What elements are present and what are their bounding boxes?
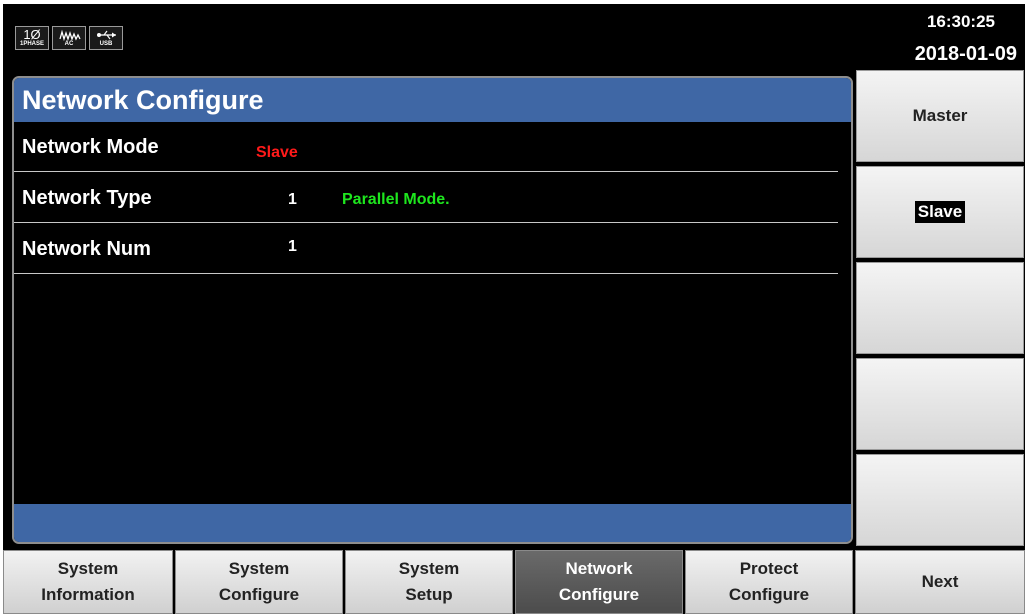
network-configure-panel: Network Configure Network Mode Slave Net… — [12, 76, 853, 544]
next-button[interactable]: Next — [855, 550, 1025, 614]
tab-protect-configure-line2: Configure — [728, 585, 810, 604]
tab-system-setup[interactable]: System Setup — [345, 550, 513, 614]
tab-network-configure-line1: Network — [565, 559, 633, 578]
network-mode-row[interactable]: Network Mode Slave — [14, 122, 838, 172]
softkey-master-label: Master — [912, 106, 968, 125]
network-mode-value[interactable]: Slave — [256, 144, 298, 162]
phase-symbol: 1Ø — [23, 27, 41, 42]
tab-system-configure-line1: System — [228, 559, 290, 578]
ac-waveform-icon: AC — [52, 26, 86, 50]
tab-system-setup-line1: System — [398, 559, 460, 578]
tab-system-configure-line2: Configure — [218, 585, 300, 604]
softkey-5[interactable] — [856, 454, 1024, 546]
next-button-label: Next — [921, 572, 959, 591]
network-type-value[interactable]: 1 — [288, 191, 297, 209]
network-num-row[interactable]: Network Num 1 — [14, 224, 838, 274]
network-type-description: Parallel Mode. — [342, 191, 450, 208]
softkey-slave[interactable]: Slave — [856, 166, 1024, 258]
tab-network-configure[interactable]: Network Configure — [515, 550, 683, 614]
ac-caption: AC — [64, 41, 74, 47]
clock: 16:30:25 2018-01-09 — [915, 12, 1017, 66]
tab-system-information-line1: System — [57, 559, 119, 578]
tab-system-configure[interactable]: System Configure — [175, 550, 343, 614]
network-mode-label: Network Mode — [22, 136, 159, 158]
clock-date: 2018-01-09 — [914, 43, 1017, 65]
softkey-slave-label: Slave — [914, 201, 966, 223]
bottom-menu: System Information System Configure Syst… — [3, 550, 1025, 614]
tab-protect-configure-line1: Protect — [739, 559, 799, 578]
softkey-master[interactable]: Master — [856, 70, 1024, 162]
usb-caption: USB — [99, 41, 113, 47]
network-num-value[interactable]: 1 — [288, 238, 297, 256]
tab-system-setup-line2: Setup — [405, 585, 453, 604]
tab-system-information-line2: Information — [41, 585, 135, 604]
network-type-row[interactable]: Network Type 1 Parallel Mode. — [14, 173, 838, 223]
usb-icon: USB — [89, 26, 123, 50]
softkey-4[interactable] — [856, 358, 1024, 450]
tab-protect-configure[interactable]: Protect Configure — [685, 550, 853, 614]
clock-time: 16:30:25 — [926, 12, 995, 31]
phase-caption: 1PHASE — [19, 41, 44, 47]
single-phase-icon: 1Ø 1PHASE — [15, 26, 49, 50]
tab-system-information[interactable]: System Information — [3, 550, 173, 614]
page-title: Network Configure — [14, 78, 851, 122]
network-num-label: Network Num — [22, 238, 151, 260]
softkey-3[interactable] — [856, 262, 1024, 354]
network-type-label: Network Type — [22, 187, 152, 209]
status-icons: 1Ø 1PHASE AC USB — [15, 26, 123, 50]
tab-network-configure-line2: Configure — [558, 585, 640, 604]
panel-footer-bar — [14, 504, 851, 542]
